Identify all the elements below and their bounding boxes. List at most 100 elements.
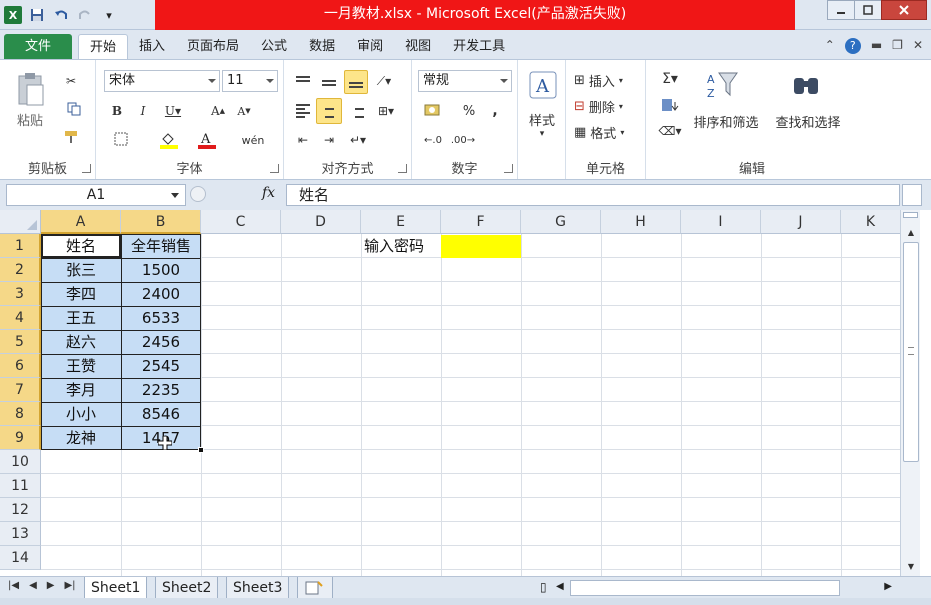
align-middle-icon[interactable]: [318, 72, 340, 94]
row-header[interactable]: 5: [0, 330, 41, 354]
table-cell-sales[interactable]: 2235: [121, 378, 201, 402]
prev-sheet-icon[interactable]: ◀: [29, 580, 37, 591]
table-cell-name[interactable]: 小小: [41, 402, 121, 426]
workbook-restore-icon[interactable]: ❐: [892, 38, 903, 54]
horizontal-scrollbar[interactable]: ▯ ◀ ▶: [540, 580, 892, 596]
tab-data[interactable]: 数据: [298, 34, 346, 60]
row-header[interactable]: 11: [0, 474, 41, 498]
redo-icon[interactable]: [76, 6, 94, 24]
align-center-icon[interactable]: [316, 98, 342, 124]
table-cell-name[interactable]: 龙神: [41, 426, 121, 450]
decrease-font-icon[interactable]: A ▼: [234, 102, 254, 120]
font-color-icon[interactable]: A: [192, 130, 222, 150]
ribbon-collapse-icon[interactable]: ⌃: [825, 38, 835, 54]
increase-indent-icon[interactable]: ⇥: [318, 130, 340, 150]
cut-icon[interactable]: ✂: [62, 72, 80, 90]
column-header-k[interactable]: K: [841, 210, 900, 234]
sort-filter-button[interactable]: 排序和筛选: [686, 112, 766, 131]
format-painter-icon[interactable]: [62, 128, 80, 146]
table-cell-name[interactable]: 王五: [41, 306, 121, 330]
sheet-tab-sheet3[interactable]: Sheet3: [226, 577, 290, 599]
align-top-icon[interactable]: [292, 70, 314, 92]
cell-b1[interactable]: 全年销售: [121, 234, 201, 258]
password-label-cell[interactable]: 输入密码: [364, 234, 444, 258]
percent-icon[interactable]: %: [458, 100, 480, 122]
autosum-icon[interactable]: Σ▾: [656, 70, 684, 88]
row-header[interactable]: 13: [0, 522, 41, 546]
italic-icon[interactable]: I: [134, 102, 152, 120]
worksheet-grid[interactable]: A B C D E F G H I J K 1 2 3 4 5 6 7 8 9 …: [0, 210, 900, 576]
styles-button[interactable]: 样式: [520, 110, 564, 129]
tab-home[interactable]: 开始: [78, 34, 129, 60]
text-orientation-icon[interactable]: ⟋▾: [372, 70, 396, 92]
font-name-combo[interactable]: 宋体: [104, 70, 220, 92]
tab-review[interactable]: 审阅: [346, 34, 394, 60]
insert-cells-button[interactable]: ⊞ 插入 ▾: [574, 70, 646, 90]
table-cell-sales[interactable]: 2545: [121, 354, 201, 378]
fill-icon[interactable]: [656, 96, 684, 114]
formula-cancel-icon[interactable]: [190, 186, 206, 202]
align-bottom-icon[interactable]: [344, 70, 368, 94]
borders-icon[interactable]: [108, 130, 134, 148]
decrease-decimal-icon[interactable]: .00→: [450, 130, 476, 150]
align-left-icon[interactable]: [292, 100, 314, 122]
vertical-scrollbar[interactable]: ▲ ▼: [900, 210, 920, 576]
paste-button[interactable]: 粘贴: [8, 110, 52, 129]
number-launcher-icon[interactable]: [504, 164, 513, 173]
delete-cells-button[interactable]: ⊟ 删除 ▾: [574, 96, 646, 116]
merge-center-icon[interactable]: ⊞▾: [374, 100, 398, 122]
tab-formulas[interactable]: 公式: [250, 34, 298, 60]
underline-icon[interactable]: U▾: [160, 102, 186, 120]
row-header[interactable]: 3: [0, 282, 41, 306]
fill-color-icon[interactable]: [154, 130, 184, 150]
password-input-cell[interactable]: [441, 235, 521, 258]
paste-icon[interactable]: [10, 70, 50, 110]
styles-icon[interactable]: A: [526, 68, 560, 102]
tab-insert[interactable]: 插入: [128, 34, 176, 60]
column-header-d[interactable]: D: [281, 210, 361, 234]
increase-font-icon[interactable]: A ▲: [208, 102, 228, 120]
insert-sheet-icon[interactable]: [297, 577, 333, 599]
format-cells-button[interactable]: ▦ 格式 ▾: [574, 122, 646, 142]
find-select-icon[interactable]: [786, 68, 826, 102]
tab-developer[interactable]: 开发工具: [442, 34, 516, 60]
find-select-button[interactable]: 查找和选择: [768, 112, 848, 131]
alignment-launcher-icon[interactable]: [398, 164, 407, 173]
font-launcher-icon[interactable]: [270, 164, 279, 173]
row-header[interactable]: 12: [0, 498, 41, 522]
align-right-icon[interactable]: [346, 100, 368, 122]
close-button[interactable]: [881, 0, 927, 20]
last-sheet-icon[interactable]: ▶|: [64, 580, 75, 591]
name-box[interactable]: A1: [6, 184, 186, 206]
row-header[interactable]: 10: [0, 450, 41, 474]
next-sheet-icon[interactable]: ▶: [47, 580, 55, 591]
column-header-h[interactable]: H: [601, 210, 681, 234]
customize-qat-icon[interactable]: ▾: [100, 6, 118, 24]
column-header-g[interactable]: G: [521, 210, 601, 234]
scroll-up-icon[interactable]: ▲: [903, 224, 919, 240]
insert-function-icon[interactable]: fx: [262, 185, 275, 201]
sheet-tab-sheet2[interactable]: Sheet2: [155, 577, 219, 599]
scroll-down-icon[interactable]: ▼: [903, 558, 919, 574]
select-all-corner[interactable]: [0, 210, 41, 234]
copy-icon[interactable]: [62, 100, 88, 118]
tab-file[interactable]: 文件: [4, 34, 72, 60]
column-header-i[interactable]: I: [681, 210, 761, 234]
horizontal-scroll-thumb[interactable]: [570, 580, 840, 596]
tab-page-layout[interactable]: 页面布局: [176, 34, 250, 60]
table-cell-sales[interactable]: 1500: [121, 258, 201, 282]
row-header[interactable]: 2: [0, 258, 41, 282]
row-header[interactable]: 9: [0, 426, 41, 450]
row-header[interactable]: 6: [0, 354, 41, 378]
scroll-right-icon[interactable]: ▶: [884, 581, 892, 592]
column-header-j[interactable]: J: [761, 210, 841, 234]
table-cell-name[interactable]: 李月: [41, 378, 121, 402]
phonetic-icon[interactable]: wén: [240, 130, 266, 150]
table-cell-sales[interactable]: 6533: [121, 306, 201, 330]
table-cell-sales[interactable]: 2400: [121, 282, 201, 306]
maximize-button[interactable]: [854, 0, 882, 20]
excel-logo-icon[interactable]: X: [4, 6, 22, 24]
formula-expand-icon[interactable]: [902, 184, 922, 206]
vertical-scroll-thumb[interactable]: [903, 242, 919, 462]
number-format-combo[interactable]: 常规: [418, 70, 512, 92]
